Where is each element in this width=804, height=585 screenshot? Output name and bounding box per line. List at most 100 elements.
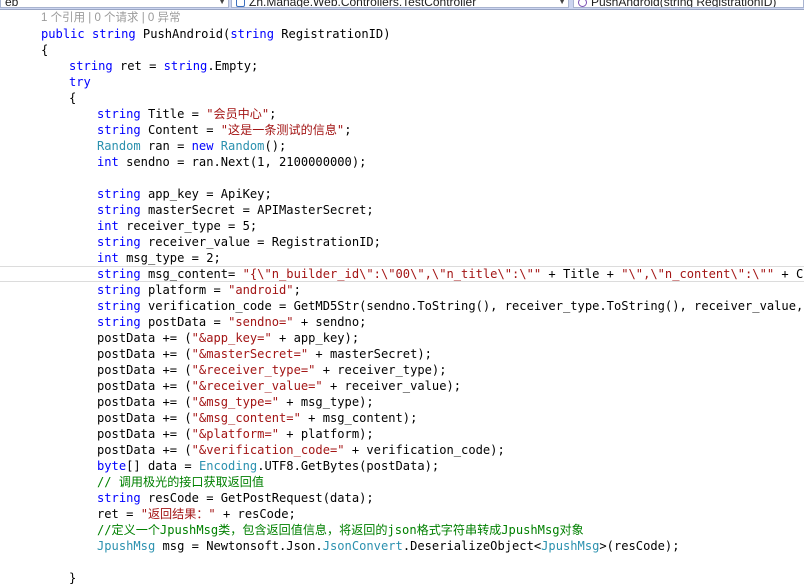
code-token: string bbox=[69, 59, 113, 73]
navigation-bar: eb ▼ Zh.Manage.Web.Controllers.TestContr… bbox=[0, 0, 804, 10]
code-line[interactable]: int receiver_type = 5; bbox=[97, 218, 257, 234]
code-token: .Empty; bbox=[207, 59, 259, 73]
code-token: int bbox=[97, 251, 119, 265]
code-token: "{\"n_builder_id\":\"00\",\"n_title\":\"… bbox=[242, 267, 542, 281]
code-line[interactable]: string ret = string.Empty; bbox=[69, 58, 258, 74]
code-line[interactable]: postData += ("&app_key=" + app_key); bbox=[97, 330, 359, 346]
code-token: Random bbox=[220, 139, 265, 153]
code-token: "会员中心" bbox=[206, 107, 270, 121]
code-token: ; bbox=[344, 123, 352, 137]
code-token: JsonConvert bbox=[322, 539, 403, 553]
code-token: "返回结果：" bbox=[140, 507, 216, 521]
code-line[interactable]: string verification_code = GetMD5Str(sen… bbox=[97, 298, 804, 314]
code-token: { bbox=[69, 91, 77, 105]
code-token: string bbox=[230, 27, 274, 41]
code-token: + app_key); bbox=[271, 331, 360, 345]
code-token: "&msg_content=" bbox=[191, 411, 301, 425]
code-token: postData += ( bbox=[97, 347, 192, 361]
code-token: + sendno; bbox=[293, 315, 367, 329]
code-token: Content = bbox=[140, 123, 221, 137]
code-line[interactable]: postData += ("&receiver_value=" + receiv… bbox=[97, 378, 461, 394]
code-line[interactable]: string resCode = GetPostRequest(data); bbox=[97, 490, 374, 506]
code-line[interactable]: string postData = "sendno=" + sendno; bbox=[97, 314, 366, 330]
code-token: string bbox=[97, 491, 141, 505]
code-line[interactable]: postData += ("&receiver_type=" + receive… bbox=[97, 362, 447, 378]
code-line[interactable]: byte[] data = Encoding.UTF8.GetBytes(pos… bbox=[97, 458, 439, 474]
code-token: "android" bbox=[228, 283, 294, 297]
code-line[interactable]: { bbox=[69, 90, 76, 106]
code-token: "&platform=" bbox=[191, 427, 280, 441]
code-line[interactable]: { bbox=[41, 42, 48, 58]
code-line[interactable]: string Content = "这是一条测试的信息"; bbox=[97, 122, 351, 138]
code-token: string bbox=[97, 267, 141, 281]
code-line[interactable]: postData += ("&platform=" + platform); bbox=[97, 426, 374, 442]
chevron-down-icon: ▼ bbox=[218, 0, 226, 6]
code-token: //定义一个JpushMsg类，包含返回值信息，将返回的json格式字符串转成J… bbox=[97, 523, 584, 537]
code-token: [] data = bbox=[126, 459, 199, 473]
code-token: postData += ( bbox=[97, 363, 192, 377]
code-line[interactable]: ret = "返回结果：" + resCode; bbox=[97, 506, 296, 522]
code-token: ran = bbox=[140, 139, 192, 153]
method-icon bbox=[578, 0, 587, 7]
code-token: platform = bbox=[140, 283, 229, 297]
code-token: Title = bbox=[140, 107, 207, 121]
code-line[interactable]: string masterSecret = APIMasterSecret; bbox=[97, 202, 374, 218]
code-editor[interactable]: 1 个引用 | 0 个请求 | 0 异常 public string PushA… bbox=[0, 10, 804, 585]
code-token: "&app_key=" bbox=[191, 331, 272, 345]
code-token: .UTF8.GetBytes(postData); bbox=[257, 459, 440, 473]
code-line[interactable]: string Title = "会员中心"; bbox=[97, 106, 276, 122]
code-line[interactable]: postData += ("&msg_content=" + msg_conte… bbox=[97, 410, 417, 426]
code-token: string bbox=[91, 27, 136, 41]
code-token: + platform); bbox=[279, 427, 374, 441]
code-line[interactable]: postData += ("&msg_type=" + msg_type); bbox=[97, 394, 374, 410]
code-line[interactable]: try bbox=[69, 74, 91, 90]
code-line[interactable]: } bbox=[69, 570, 76, 585]
member-dropdown-label: PushAndroid(string RegistrationID) bbox=[591, 0, 777, 8]
code-line[interactable]: //定义一个JpushMsg类，包含返回值信息，将返回的json格式字符串转成J… bbox=[97, 522, 584, 538]
code-token: string bbox=[97, 187, 141, 201]
code-line[interactable]: int msg_type = 2; bbox=[97, 250, 221, 266]
code-token: int bbox=[97, 219, 119, 233]
code-token: byte bbox=[97, 459, 127, 473]
code-line[interactable]: string receiver_value = RegistrationID; bbox=[97, 234, 381, 250]
code-token: string bbox=[97, 203, 141, 217]
code-line[interactable]: // 调用极光的接口获取返回值 bbox=[97, 474, 264, 490]
code-line[interactable]: Random ran = new Random(); bbox=[97, 138, 286, 154]
code-line[interactable]: public string PushAndroid(string Registr… bbox=[41, 26, 391, 42]
code-token: postData += ( bbox=[97, 443, 192, 457]
code-token: "\",\"n_content\":\"" bbox=[621, 267, 775, 281]
code-token: string bbox=[97, 315, 141, 329]
code-token: postData += ( bbox=[97, 331, 192, 345]
code-line[interactable]: int sendno = ran.Next(1, 2100000000); bbox=[97, 154, 366, 170]
code-token: app_key = ApiKey; bbox=[140, 187, 272, 201]
code-line[interactable]: JpushMsg msg = Newtonsoft.Json.JsonConve… bbox=[97, 538, 680, 554]
code-line[interactable]: string msg_content= "{\"n_builder_id\":\… bbox=[97, 266, 804, 282]
code-token: string bbox=[97, 107, 141, 121]
code-line[interactable]: postData += ("&masterSecret=" + masterSe… bbox=[97, 346, 432, 362]
codelens-references[interactable]: 1 个引用 | 0 个请求 | 0 异常 bbox=[41, 10, 181, 26]
code-token: resCode = GetPostRequest(data); bbox=[140, 491, 374, 505]
code-line[interactable]: postData += ("&verification_code=" + ver… bbox=[97, 442, 505, 458]
code-line[interactable]: string platform = "android"; bbox=[97, 282, 301, 298]
code-token: public bbox=[41, 27, 85, 41]
code-token: msg = Newtonsoft.Json. bbox=[155, 539, 323, 553]
code-token: + resCode; bbox=[215, 507, 296, 521]
code-token: RegistrationID) bbox=[274, 27, 391, 41]
code-token: ; bbox=[269, 107, 277, 121]
class-dropdown[interactable]: Zh.Manage.Web.Controllers.TestController… bbox=[231, 0, 569, 8]
project-dropdown[interactable]: eb ▼ bbox=[0, 0, 229, 8]
code-token: ret = bbox=[112, 59, 164, 73]
member-dropdown[interactable]: PushAndroid(string RegistrationID) bbox=[573, 0, 804, 8]
code-token: receiver_type = 5; bbox=[118, 219, 258, 233]
code-token: new bbox=[191, 139, 214, 153]
code-token: + receiver_type); bbox=[315, 363, 447, 377]
code-token: + receiver_value); bbox=[322, 379, 462, 393]
code-token: .DeserializeObject< bbox=[402, 539, 542, 553]
code-token: string bbox=[97, 283, 141, 297]
code-token: // 调用极光的接口获取返回值 bbox=[97, 475, 264, 489]
code-line[interactable]: string app_key = ApiKey; bbox=[97, 186, 272, 202]
code-token: + masterSecret); bbox=[308, 347, 432, 361]
code-token: Encoding bbox=[198, 459, 258, 473]
chevron-down-icon: ▼ bbox=[558, 0, 566, 6]
